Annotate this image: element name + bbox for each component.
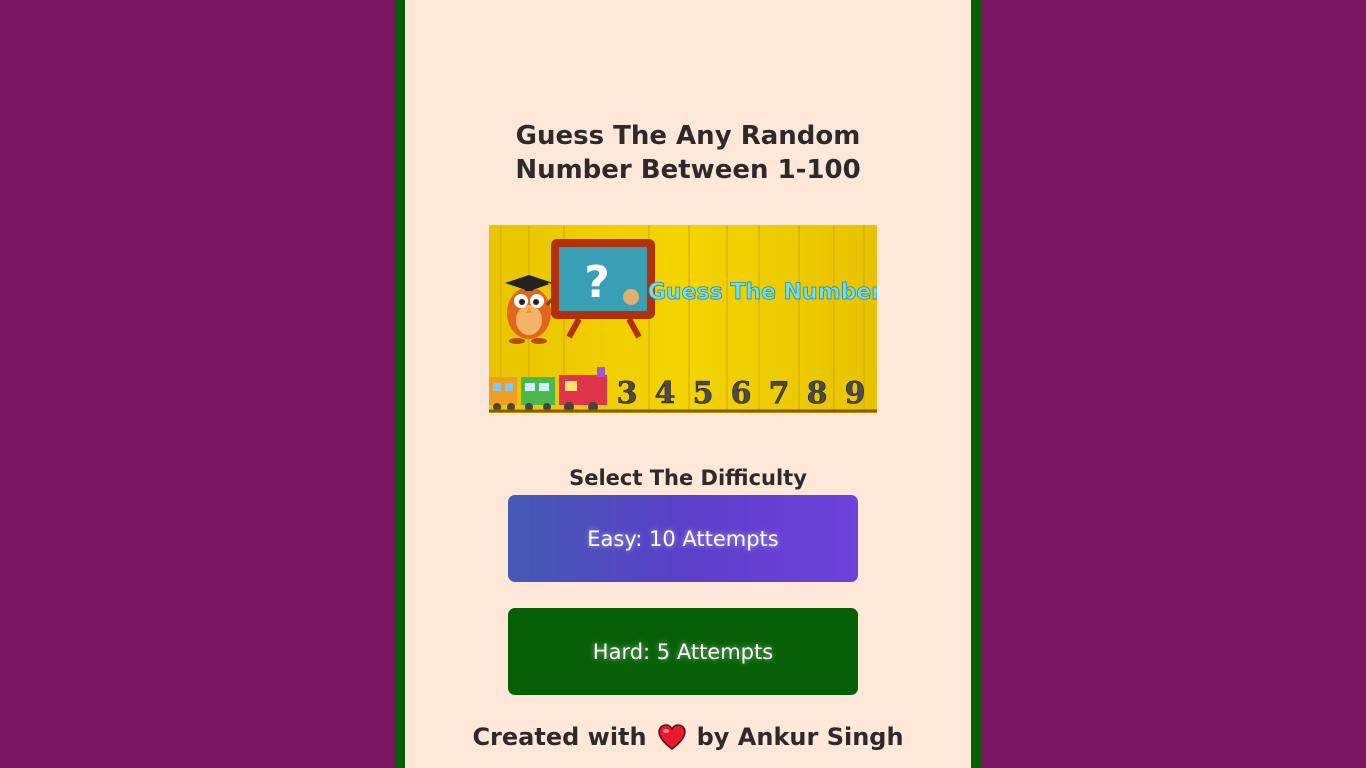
difficulty-label: Select The Difficulty <box>569 466 807 490</box>
game-panel: Guess The Any Random Number Between 1-10… <box>395 0 981 768</box>
banner-digit: 3 <box>617 376 638 411</box>
svg-text:?: ? <box>584 257 610 308</box>
title-line-1: Guess The Any Random <box>515 121 861 151</box>
svg-text:Guess The Number: Guess The Number <box>648 280 877 305</box>
banner-digit: 6 <box>731 376 752 411</box>
footer-prefix: Created with <box>472 723 647 751</box>
title-line-2: Number Between 1-100 <box>515 155 861 185</box>
banner-digit: 8 <box>807 376 828 411</box>
easy-mode-button[interactable]: Easy: 10 Attempts <box>508 495 858 582</box>
heart-icon <box>657 723 687 751</box>
banner-digit: 4 <box>655 376 676 411</box>
banner-digit: 7 <box>769 376 790 411</box>
banner-digit: 9 <box>845 376 866 411</box>
hard-mode-button[interactable]: Hard: 5 Attempts <box>508 608 858 695</box>
page-title: Guess The Any Random Number Between 1-10… <box>405 119 971 187</box>
banner-digit: 5 <box>693 376 714 411</box>
footer-credit: Created with by Ankur Singh <box>405 723 971 751</box>
footer-suffix: by Ankur Singh <box>696 723 904 751</box>
guess-the-number-banner: ? Guess The Number 3 4 5 6 7 8 9 <box>489 225 877 413</box>
